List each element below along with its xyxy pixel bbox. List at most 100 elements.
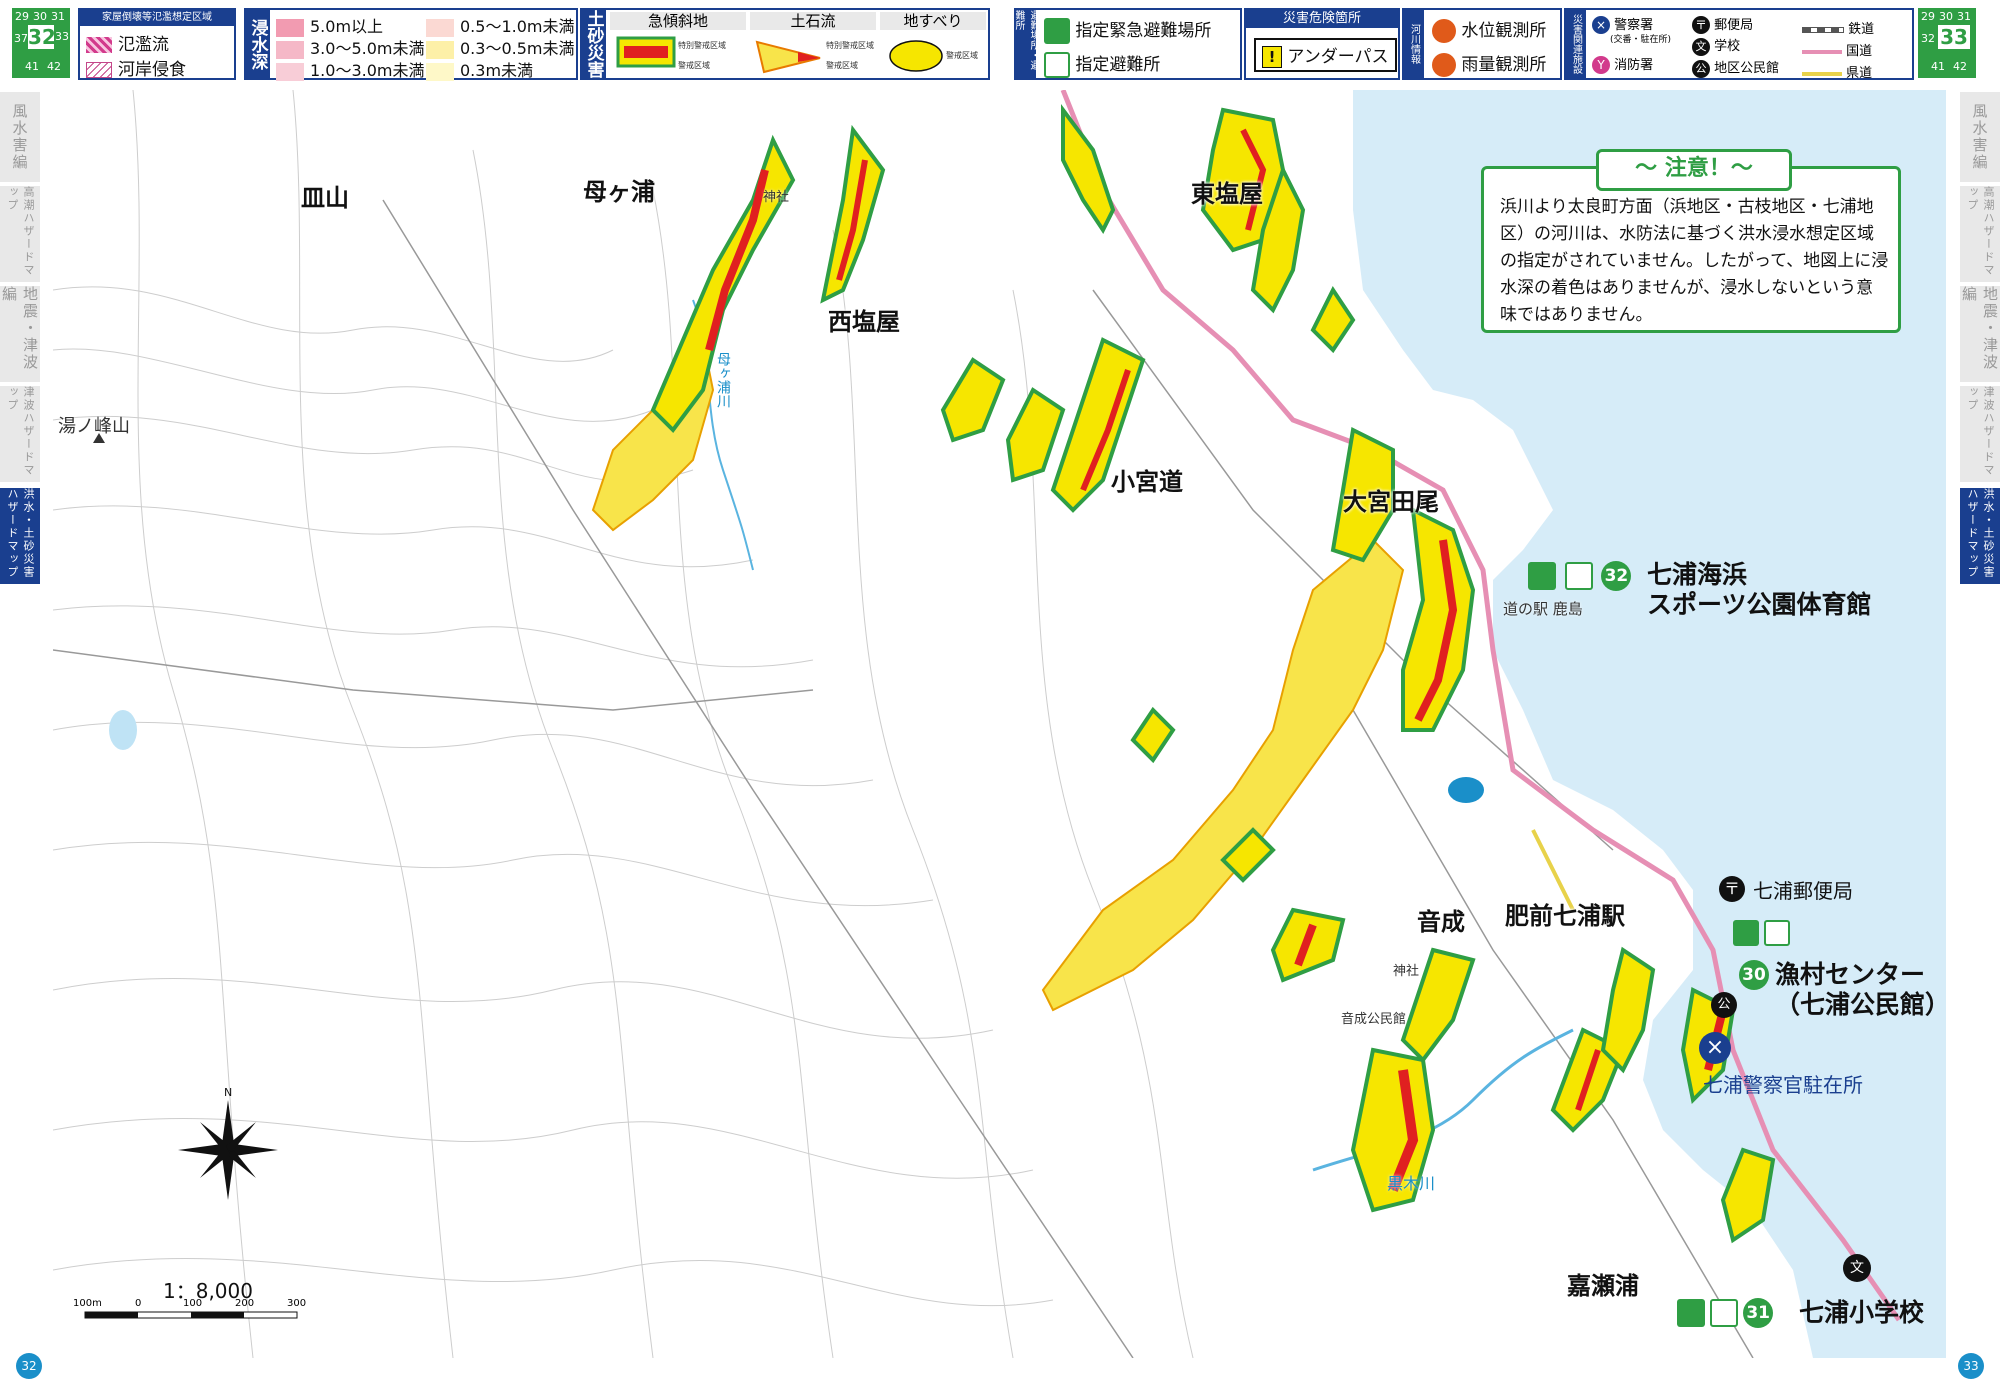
page-cell: 42 — [1953, 60, 1967, 73]
label-higashishioya: 東塩屋 — [1191, 180, 1263, 208]
shelter-icon — [1044, 52, 1070, 78]
legend-house-collapse: 家屋倒壊等氾濫想定区域 氾濫流 河岸侵食 — [78, 8, 236, 80]
facility-32-name-2: スポーツ公園体育館 — [1647, 590, 1872, 619]
side-tab-wind-flood-right[interactable]: 風水害編 — [1960, 92, 2000, 182]
landslide-swatch — [889, 40, 943, 72]
scale-tick-300: 300 — [287, 1298, 307, 1309]
side-tab-earthquake[interactable]: 地震・津波編 — [0, 286, 40, 382]
post-office-label: 郵便局 — [1714, 18, 1754, 33]
label-otonari: 音成 — [1417, 908, 1465, 936]
flood-flow-label: 氾濫流 — [118, 35, 169, 55]
shelter-icon — [1564, 562, 1593, 590]
police-name: 七浦警察官駐在所 — [1703, 1073, 1863, 1097]
debris-flow-header: 土石流 — [750, 12, 876, 30]
legend-depth: 浸水深 5.0m以上 3.0〜5.0m未満 1.0〜3.0m未満 0.5〜1.0… — [244, 8, 578, 81]
facility-32-number: 32 — [1601, 561, 1632, 591]
school-marker[interactable]: 文 — [1843, 1254, 1871, 1282]
side-tab-flood-sediment-right[interactable]: 洪水・土砂災害ハザードマップ — [1960, 488, 2000, 584]
side-tab-tsunami-right[interactable]: 津波ハザードマップ — [1960, 386, 2000, 482]
school-label: 学校 — [1714, 39, 1741, 54]
emergency-evac-icon — [1044, 18, 1070, 44]
side-tab-flood-sediment[interactable]: 洪水・土砂災害ハザードマップ — [0, 488, 40, 584]
shelter-icon — [1764, 920, 1791, 946]
page-cell: 33 — [55, 30, 69, 43]
label-kasaura: 嘉瀬浦 — [1567, 1272, 1639, 1300]
warning-zone-note: 警戒区域 — [678, 61, 710, 70]
water-level-label: 水位観測所 — [1461, 21, 1547, 41]
page-cell: 29 — [1921, 10, 1935, 23]
emergency-evac-label: 指定緊急避難場所 — [1075, 21, 1212, 41]
pond — [109, 710, 137, 750]
evac-heading: 避難場所・避難所 — [1013, 10, 1039, 78]
fire-label: 消防署 — [1614, 58, 1654, 73]
side-tab-wind-flood[interactable]: 風水害編 — [0, 92, 40, 182]
special-zone-note: 特別警戒区域 — [678, 41, 726, 50]
depth-label-5: 0.3〜0.5m未満 — [460, 39, 575, 58]
scale-tick-100: 100 — [183, 1298, 203, 1309]
legend-danger: 災害危険箇所 ! アンダーパス — [1244, 8, 1400, 80]
route-207-shield — [1448, 777, 1484, 803]
page-cell: 42 — [47, 60, 61, 73]
side-tab-storm-surge-right[interactable]: 高潮ハザードマップ — [1960, 186, 2000, 282]
facility-31-icons[interactable]: 31 — [1677, 1298, 1774, 1328]
warning-zone-note-debris: 警戒区域 — [826, 61, 858, 70]
page-cell: 30 — [33, 10, 47, 23]
depth-swatch-3 — [276, 62, 304, 81]
sediment-heading: 土砂災害 — [582, 10, 606, 78]
debris-flow-swatch — [755, 40, 821, 74]
national-road-label: 国道 — [1846, 44, 1873, 59]
community-hall-label: 地区公民館 — [1714, 61, 1780, 76]
post-office-marker[interactable]: 〒 — [1719, 876, 1745, 902]
bank-erosion-label: 河岸侵食 — [118, 60, 186, 80]
hazard-map[interactable]: N 皿山 母ヶ浦 西塩屋 東塩屋 小宮道 大宮田尾 音成 肥前七浦駅 嘉瀬浦 湯… — [53, 90, 1946, 1358]
rain-gauge-label: 雨量観測所 — [1461, 55, 1547, 75]
notice-body: 浜川より太良町方面（浜地区・古枝地区・七浦地区）の河川は、水防法に基づく洪水浸水… — [1500, 197, 1889, 325]
label-shrine-1: 神社 — [763, 190, 790, 205]
label-hahagaura: 母ヶ浦 — [583, 178, 655, 206]
side-tab-earthquake-right[interactable]: 地震・津波編 — [1960, 286, 2000, 382]
depth-label-6: 0.3m未満 — [460, 61, 534, 80]
side-tab-tsunami[interactable]: 津波ハザードマップ — [0, 386, 40, 482]
page-cell: 41 — [1931, 60, 1945, 73]
railway-label: 鉄道 — [1848, 22, 1875, 37]
river-heading: 河川情報 — [1404, 10, 1424, 78]
steep-slope-swatch — [616, 36, 676, 68]
facility-30-icons[interactable] — [1733, 920, 1791, 946]
debris-flow-zones — [591, 311, 1405, 1012]
page-cell: 37 — [14, 32, 28, 45]
depth-swatch-4 — [426, 18, 454, 37]
facility-31-number: 31 — [1743, 1298, 1774, 1328]
route-207-label: 207 — [1456, 692, 1484, 707]
page-index-left[interactable]: 29 30 31 32 33 37 41 42 — [12, 8, 70, 78]
police-icon: × — [1592, 16, 1610, 34]
label-komiyamichi: 小宮道 — [1111, 468, 1183, 496]
scale-tick-0: 0 — [135, 1298, 142, 1309]
community-hall-marker[interactable]: 公 — [1711, 992, 1737, 1018]
label-shrine-2: 神社 — [1393, 964, 1420, 979]
scale-tick-200: 200 — [235, 1298, 255, 1309]
facility-heading: 災害関連施設 — [1566, 10, 1586, 78]
current-page-badge: 32 — [28, 25, 56, 49]
facility-32[interactable]: 32 — [1528, 560, 1632, 591]
compass-rose — [178, 1100, 278, 1200]
page-cell: 32 — [1921, 32, 1935, 45]
police-marker[interactable]: × — [1699, 1032, 1731, 1064]
special-zone-note-debris: 特別警戒区域 — [826, 41, 874, 50]
emergency-evac-icon — [1733, 920, 1759, 946]
flood-flow-swatch — [86, 37, 112, 53]
page-cell: 30 — [1939, 10, 1953, 23]
depth-swatch-6 — [426, 62, 454, 81]
legend-river: 河川情報 水位観測所 雨量観測所 — [1402, 8, 1562, 80]
scale-bar-graphic — [84, 1311, 298, 1319]
facility-31-name: 七浦小学校 — [1799, 1298, 1925, 1327]
depth-heading: 浸水深 — [246, 10, 270, 78]
depth-label-1: 5.0m以上 — [310, 17, 384, 36]
side-tab-storm-surge[interactable]: 高潮ハザードマップ — [0, 186, 40, 282]
page-index-right[interactable]: 29 30 31 32 33 41 42 — [1918, 8, 1976, 78]
depth-swatch-1 — [276, 18, 304, 37]
national-road-swatch — [1802, 49, 1842, 54]
depth-swatch-2 — [276, 40, 304, 59]
label-michinoeki: 道の駅 鹿島 — [1503, 600, 1583, 618]
page-number-right: 33 — [1958, 1353, 1984, 1379]
page-number-left: 32 — [16, 1353, 42, 1379]
